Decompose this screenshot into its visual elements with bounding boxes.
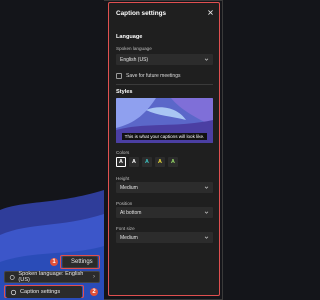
close-icon[interactable] bbox=[207, 9, 214, 16]
caption-preview: This is what your captions will look lik… bbox=[116, 98, 213, 143]
divider bbox=[116, 84, 213, 85]
settings-button[interactable]: Settings bbox=[62, 256, 98, 268]
settings-label: Settings bbox=[71, 259, 93, 265]
font-size-dropdown[interactable]: Medium bbox=[116, 232, 213, 243]
color-swatch-cyan[interactable]: A bbox=[142, 157, 152, 167]
position-label: Position bbox=[116, 201, 133, 206]
caption-settings-panel: Caption settings Language Spoken languag… bbox=[108, 2, 220, 296]
save-future-label: Save for future meetings bbox=[126, 73, 181, 79]
colors-label: Colors bbox=[116, 150, 130, 155]
color-swatch-green[interactable]: A bbox=[168, 157, 178, 167]
color-swatch-white-selected[interactable]: A bbox=[116, 157, 126, 167]
color-swatch-white[interactable]: A bbox=[129, 157, 139, 167]
spoken-language-label: Spoken language: English (US) bbox=[18, 271, 84, 283]
chevron-down-icon bbox=[204, 211, 209, 214]
position-dropdown[interactable]: At bottom bbox=[116, 207, 213, 218]
panel-title: Caption settings bbox=[116, 10, 167, 17]
chevron-down-icon bbox=[204, 186, 209, 189]
chevron-right-icon: › bbox=[93, 274, 95, 280]
color-options: A A A A A bbox=[116, 157, 178, 167]
position-value: At bottom bbox=[120, 209, 142, 216]
height-dropdown[interactable]: Medium bbox=[116, 182, 213, 193]
caption-settings-label: Caption settings bbox=[20, 289, 61, 295]
chevron-down-icon bbox=[204, 236, 209, 239]
font-size-label: Font size bbox=[116, 226, 135, 231]
spoken-language-dropdown[interactable]: English (US) bbox=[116, 54, 213, 65]
gear-icon bbox=[10, 289, 17, 295]
save-future-checkbox-row[interactable]: Save for future meetings bbox=[116, 73, 180, 79]
font-size-value: Medium bbox=[120, 234, 138, 241]
preview-caption-text: This is what your captions will look lik… bbox=[124, 134, 205, 139]
chevron-down-icon bbox=[204, 58, 209, 61]
styles-heading: Styles bbox=[116, 89, 133, 95]
caption-settings-button[interactable]: Caption settings bbox=[6, 286, 82, 298]
step-marker-1: 1 bbox=[50, 258, 58, 266]
height-label: Height bbox=[116, 176, 130, 181]
step-marker-2: 2 bbox=[90, 288, 98, 296]
save-future-checkbox[interactable] bbox=[116, 73, 122, 79]
spoken-language-field-label: Spoken language bbox=[116, 46, 152, 51]
language-heading: Language bbox=[116, 34, 143, 40]
spoken-language-button[interactable]: Spoken language: English (US) › bbox=[4, 271, 100, 283]
height-value: Medium bbox=[120, 184, 138, 191]
captions-icon bbox=[9, 274, 15, 280]
color-swatch-yellow[interactable]: A bbox=[155, 157, 165, 167]
spoken-language-value: English (US) bbox=[120, 56, 149, 63]
